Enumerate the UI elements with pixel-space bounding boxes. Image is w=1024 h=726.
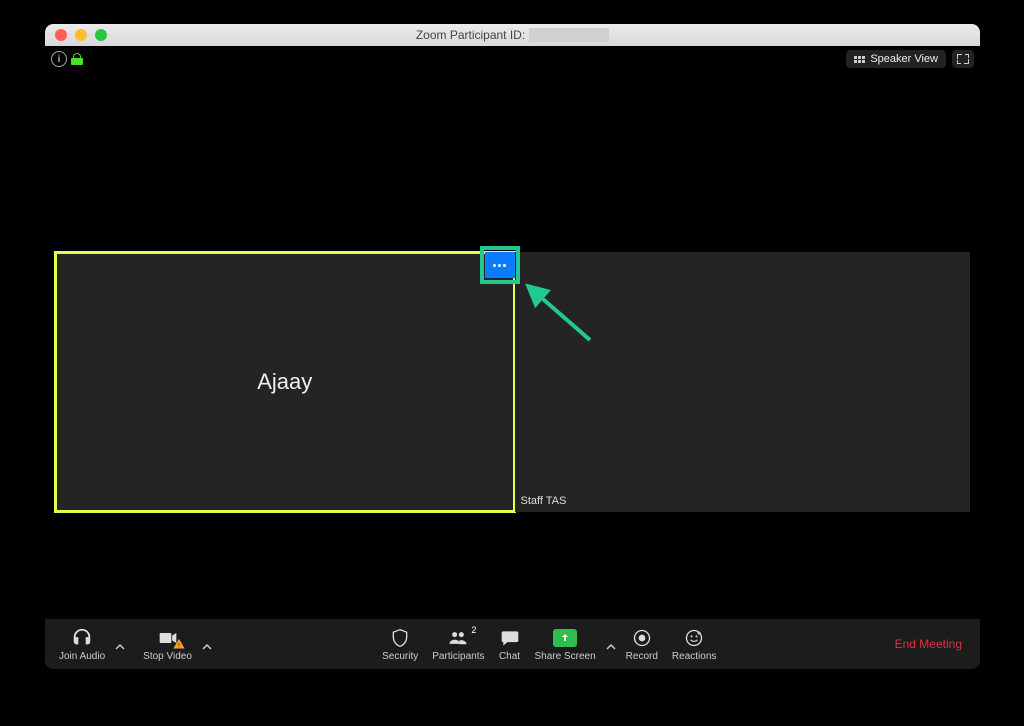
- chat-label: Chat: [499, 651, 520, 662]
- titlebar: Zoom Participant ID:: [45, 24, 980, 46]
- share-screen-icon: [553, 627, 577, 649]
- chat-button[interactable]: Chat: [493, 623, 527, 666]
- speaker-view-label: Speaker View: [870, 53, 938, 65]
- share-screen-button[interactable]: Share Screen: [529, 623, 602, 666]
- video-options-chevron[interactable]: [200, 642, 214, 666]
- meeting-toolbar: Join Audio ! Stop Video: [45, 619, 980, 669]
- end-meeting-label: End Meeting: [895, 637, 962, 651]
- reactions-icon: [684, 627, 704, 649]
- participant-tile[interactable]: Staff TAS: [515, 252, 971, 512]
- close-window-button[interactable]: [55, 29, 67, 41]
- window-title: Zoom Participant ID:: [45, 28, 980, 42]
- participant-name-center: Ajaay: [257, 369, 312, 395]
- participants-button[interactable]: 2 Participants: [426, 623, 490, 666]
- tile-more-options-button[interactable]: [485, 252, 515, 278]
- share-screen-label: Share Screen: [535, 651, 596, 662]
- record-icon: [632, 627, 652, 649]
- end-meeting-button[interactable]: End Meeting: [885, 631, 972, 657]
- video-tile-row: Ajaay Staff TAS: [55, 252, 970, 512]
- meeting-info-icon[interactable]: i: [51, 51, 67, 67]
- shield-icon: [390, 627, 410, 649]
- participants-label: Participants: [432, 651, 484, 662]
- security-button[interactable]: Security: [376, 623, 424, 666]
- stop-video-button[interactable]: ! Stop Video: [137, 623, 198, 666]
- maximize-window-button[interactable]: [95, 29, 107, 41]
- record-button[interactable]: Record: [620, 623, 664, 666]
- stop-video-label: Stop Video: [143, 651, 192, 662]
- join-audio-button[interactable]: Join Audio: [53, 623, 111, 666]
- encryption-lock-icon[interactable]: [71, 53, 83, 65]
- reactions-button[interactable]: Reactions: [666, 623, 722, 666]
- more-options-icon: [493, 264, 506, 267]
- window-controls: [45, 29, 107, 41]
- warning-icon: !: [173, 638, 185, 650]
- security-label: Security: [382, 651, 418, 662]
- audio-options-chevron[interactable]: [113, 642, 127, 666]
- window-title-text: Zoom Participant ID:: [416, 28, 525, 42]
- speaker-view-button[interactable]: Speaker View: [846, 50, 946, 68]
- record-label: Record: [626, 651, 658, 662]
- gallery-grid-icon: [854, 56, 865, 63]
- join-audio-label: Join Audio: [59, 651, 105, 662]
- chat-icon: [499, 627, 521, 649]
- video-area: Ajaay Staff TAS: [45, 72, 980, 619]
- meeting-top-overlay: i Speaker View: [45, 46, 980, 72]
- zoom-window: Zoom Participant ID: i Speaker View: [45, 24, 980, 669]
- share-options-chevron[interactable]: [604, 642, 618, 666]
- participants-icon: 2: [446, 627, 470, 649]
- headphones-icon: [71, 627, 93, 649]
- participants-count-badge: 2: [471, 625, 476, 635]
- fullscreen-button[interactable]: [952, 50, 974, 68]
- participant-id-redacted: [529, 28, 609, 42]
- fullscreen-icon: [957, 54, 969, 64]
- participant-name-label: Staff TAS: [519, 494, 569, 508]
- reactions-label: Reactions: [672, 651, 716, 662]
- video-camera-icon: !: [156, 627, 180, 649]
- minimize-window-button[interactable]: [75, 29, 87, 41]
- participant-tile-active[interactable]: Ajaay: [55, 252, 515, 512]
